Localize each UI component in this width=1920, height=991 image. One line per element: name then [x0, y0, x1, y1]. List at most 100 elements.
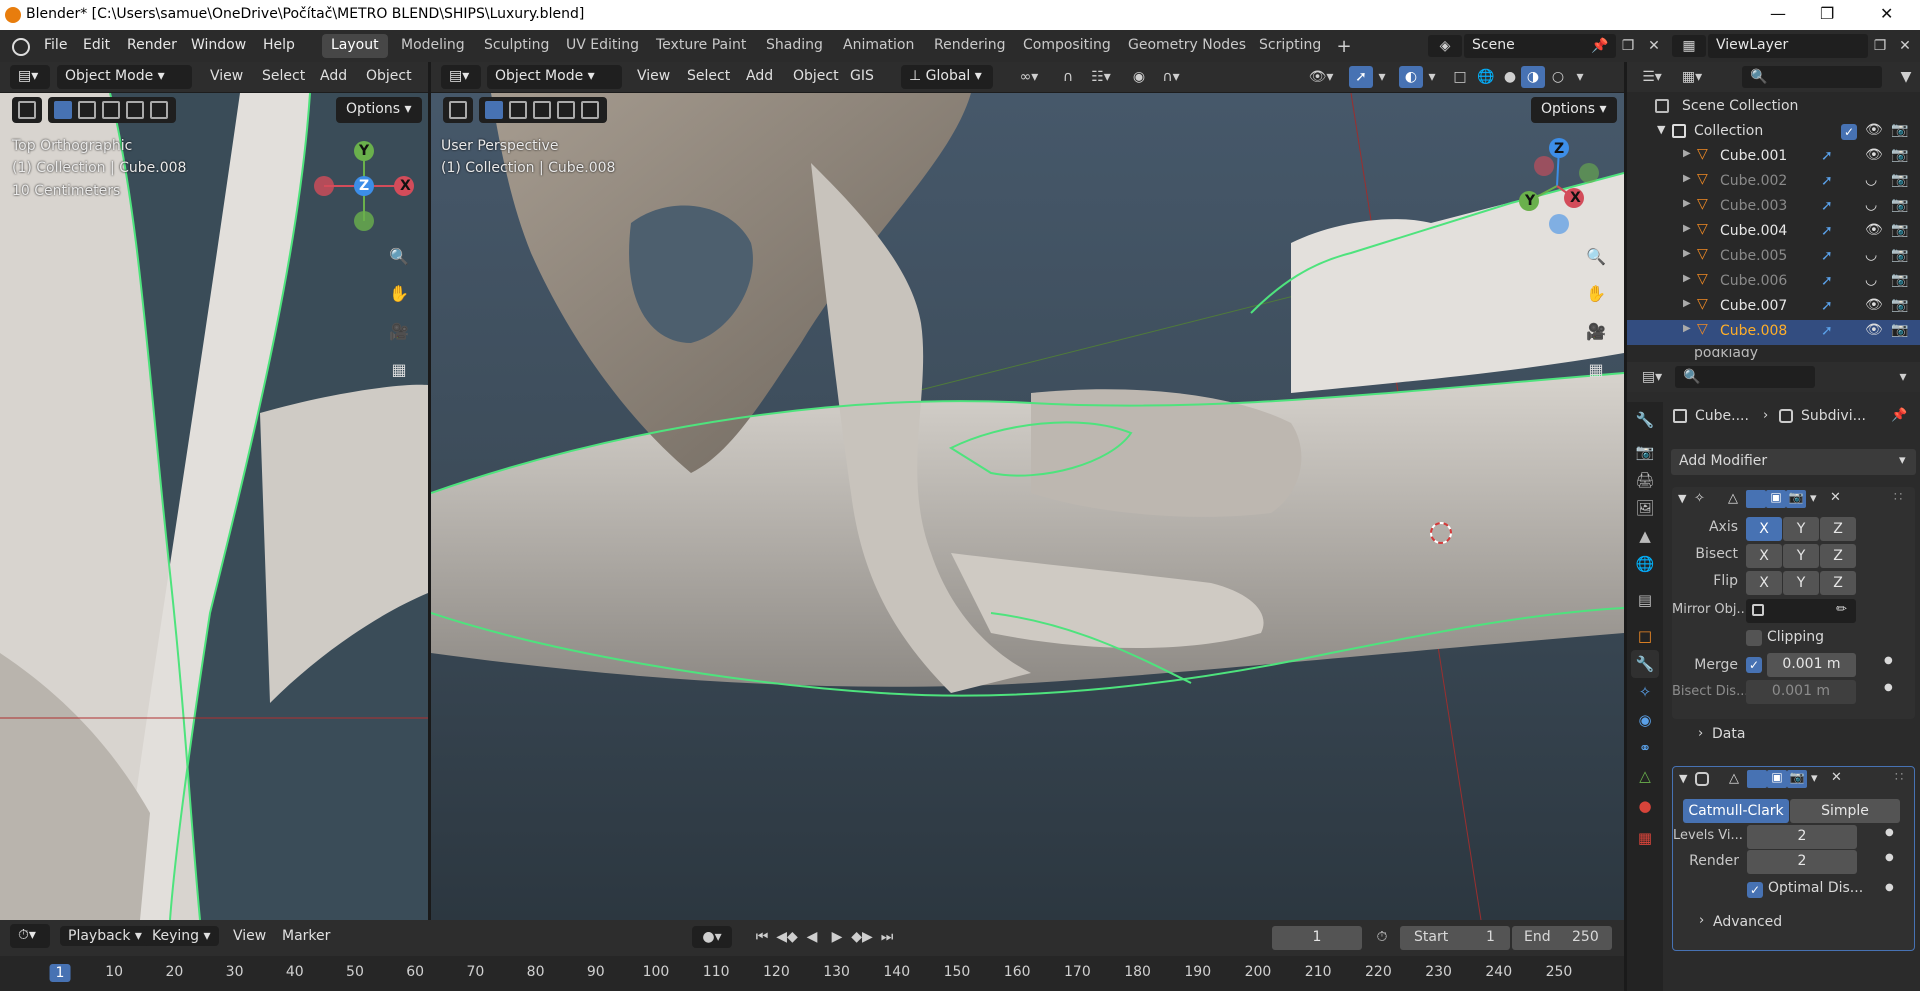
subdivision-viewport-toggle-icon[interactable]: ▣ — [1767, 770, 1787, 788]
main-pan-hand-icon[interactable]: ✋ — [1581, 278, 1611, 308]
pivot-icon[interactable]: ∞▾ — [1011, 67, 1047, 87]
solid-shading-icon[interactable]: ● — [1499, 67, 1521, 87]
main-select-extend-icon[interactable] — [509, 101, 527, 119]
eye-closed-icon[interactable]: ◡ — [1865, 247, 1877, 263]
bisect-distance-field[interactable]: 0.001 m — [1746, 680, 1856, 704]
constraints-tab-icon[interactable]: ⚭ — [1631, 734, 1659, 762]
clipping-checkbox[interactable] — [1746, 630, 1762, 646]
proportional-edit-icon[interactable]: ◉ — [1127, 67, 1151, 87]
add-workspace-icon[interactable]: + — [1334, 36, 1354, 57]
start-frame-field[interactable]: Start 1 — [1400, 926, 1510, 950]
left-menu-select[interactable]: Select — [262, 68, 305, 84]
left-options-button[interactable]: Options ▾ — [336, 97, 422, 123]
properties-options-icon[interactable]: ▾ — [1893, 367, 1913, 387]
outliner-search-input[interactable]: 🔍 — [1742, 66, 1882, 88]
left-menu-object[interactable]: Object — [366, 68, 412, 84]
flip-z-button[interactable]: Z — [1820, 571, 1856, 595]
left-camera-icon[interactable]: 🎥 — [384, 316, 414, 346]
current-frame-field[interactable]: 1 — [1272, 926, 1362, 950]
main-camera-icon[interactable]: 🎥 — [1581, 316, 1611, 346]
delete-scene-icon[interactable]: ✕ — [1644, 36, 1664, 56]
left-grid-view-icon[interactable]: ▦ — [384, 354, 414, 384]
render-camera-icon[interactable]: 📷 — [1891, 322, 1908, 338]
data-tab-icon[interactable]: △ — [1631, 762, 1659, 790]
render-camera-icon[interactable]: 📷 — [1891, 297, 1908, 313]
expand-object-icon[interactable]: ▶ — [1683, 298, 1691, 309]
merge-checkbox[interactable]: ✓ — [1746, 657, 1762, 673]
record-icon[interactable]: ●▾ — [692, 926, 732, 948]
levels-viewport-field[interactable]: 2 — [1747, 825, 1857, 849]
minimize-icon[interactable]: — — [1770, 4, 1786, 23]
main-select-subtract-icon[interactable] — [533, 101, 551, 119]
scene-tab-icon[interactable]: ▲ — [1631, 522, 1659, 550]
eyedropper-icon[interactable]: ✏ — [1836, 602, 1847, 617]
data-subpanel[interactable]: › Data — [1672, 722, 1915, 748]
jump-start-icon[interactable]: ⏮ — [750, 926, 774, 948]
wireframe-shading-icon[interactable]: 🌐 — [1475, 67, 1497, 87]
expand-object-icon[interactable]: ▶ — [1683, 223, 1691, 234]
eye-closed-icon[interactable]: ◡ — [1865, 172, 1877, 188]
collection-checkbox[interactable]: ✓ — [1841, 124, 1857, 140]
main-menu-gis[interactable]: GIS — [850, 68, 874, 84]
left-pan-hand-icon[interactable]: ✋ — [384, 278, 414, 308]
select-subtract-icon[interactable] — [102, 101, 120, 119]
blender-menu-icon[interactable] — [12, 38, 30, 56]
modifier-wrench-icon[interactable]: ➚ — [1821, 323, 1833, 339]
select-invert-icon[interactable] — [126, 101, 144, 119]
render-keyframe-dot-icon[interactable]: ● — [1885, 852, 1894, 863]
particles-tab-icon[interactable]: ✧ — [1631, 678, 1659, 706]
timeline-editor-icon[interactable]: ⏱▾ — [10, 924, 50, 948]
texture-tab-icon[interactable]: ▦ — [1631, 824, 1659, 852]
axis-x-button[interactable]: X — [1746, 517, 1782, 541]
render-levels-field[interactable]: 2 — [1747, 850, 1857, 874]
new-view-layer-icon[interactable]: ❐ — [1870, 36, 1890, 56]
eye-open-icon[interactable]: 👁 — [1865, 297, 1883, 313]
maximize-icon[interactable]: ❐ — [1820, 4, 1834, 23]
left-mode-dropdown[interactable]: Object Mode ▾ — [57, 65, 192, 89]
delete-view-layer-icon[interactable]: ✕ — [1895, 36, 1915, 56]
levels-keyframe-dot-icon[interactable]: ● — [1885, 827, 1894, 838]
mirror-object-field[interactable]: ✏ — [1746, 599, 1856, 623]
collection-render-icon[interactable]: 📷 — [1891, 122, 1908, 138]
tab-shading[interactable]: Shading — [757, 34, 832, 58]
outliner-object-row[interactable]: ▶ ▽ Cube.006 ➚ ◡ 📷 — [1627, 270, 1920, 295]
view-layer-icon[interactable]: ▦ — [1672, 35, 1706, 57]
bisect-keyframe-dot-icon[interactable]: ● — [1884, 682, 1893, 693]
output-tab-icon[interactable]: 🖨 — [1631, 466, 1659, 494]
outliner-editor-icon[interactable]: ☰▾ — [1635, 67, 1669, 87]
preview-range-icon[interactable]: ⏱ — [1370, 926, 1394, 948]
prev-keyframe-icon[interactable]: ◀◆ — [775, 926, 799, 948]
gizmo-toggle-icon[interactable]: ➚ — [1349, 66, 1373, 88]
modifier-tab-icon[interactable]: 🔧 — [1631, 650, 1659, 678]
modifier-wrench-icon[interactable]: ➚ — [1821, 148, 1833, 164]
modifier-wrench-icon[interactable]: ➚ — [1821, 248, 1833, 264]
mirror-drag-handle-icon[interactable]: ∷ — [1894, 490, 1902, 505]
frame-ruler[interactable]: 1 10 20 30 40 50 60 70 80 90 100 110 120 130 140 150 160… — [0, 956, 1624, 991]
subdivision-edit-mode-icon[interactable]: △ — [1729, 771, 1739, 786]
optimal-display-checkbox[interactable]: ✓ — [1747, 882, 1763, 898]
tab-geometry-nodes[interactable]: Geometry Nodes — [1119, 34, 1255, 58]
properties-search-input[interactable]: 🔍 — [1675, 366, 1815, 388]
outliner-next-collection-row[interactable]: podklady — [1627, 349, 1920, 362]
jump-end-icon[interactable]: ⏭ — [875, 926, 899, 948]
filter-icon[interactable]: ▼ — [1895, 67, 1917, 87]
select-extend-icon[interactable] — [78, 101, 96, 119]
merge-keyframe-dot-icon[interactable]: ● — [1884, 655, 1893, 666]
render-camera-icon[interactable]: 📷 — [1891, 247, 1908, 263]
main-select-invert-icon[interactable] — [557, 101, 575, 119]
properties-editor-icon[interactable]: ▤▾ — [1635, 367, 1669, 387]
main-menu-select[interactable]: Select — [687, 68, 730, 84]
tab-layout[interactable]: Layout — [322, 34, 388, 58]
mirror-dropdown-icon[interactable]: ▾ — [1810, 491, 1817, 506]
editor-divider-right[interactable] — [1624, 62, 1627, 991]
subdivision-collapse-icon[interactable]: ▼ — [1679, 772, 1687, 785]
display-mode-icon[interactable]: ▦▾ — [1675, 67, 1709, 87]
editor-divider[interactable] — [428, 62, 431, 920]
timeline-menu-playback[interactable]: Playback ▾ — [60, 926, 150, 946]
subdivision-delete-icon[interactable]: ✕ — [1831, 770, 1842, 785]
expand-object-icon[interactable]: ▶ — [1683, 173, 1691, 184]
subdivision-cage-toggle-icon[interactable] — [1747, 770, 1767, 788]
new-scene-icon[interactable]: ❐ — [1618, 36, 1638, 56]
view-layer-tab-icon[interactable]: 🖼 — [1631, 494, 1659, 522]
tab-uv-editing[interactable]: UV Editing — [557, 34, 648, 58]
